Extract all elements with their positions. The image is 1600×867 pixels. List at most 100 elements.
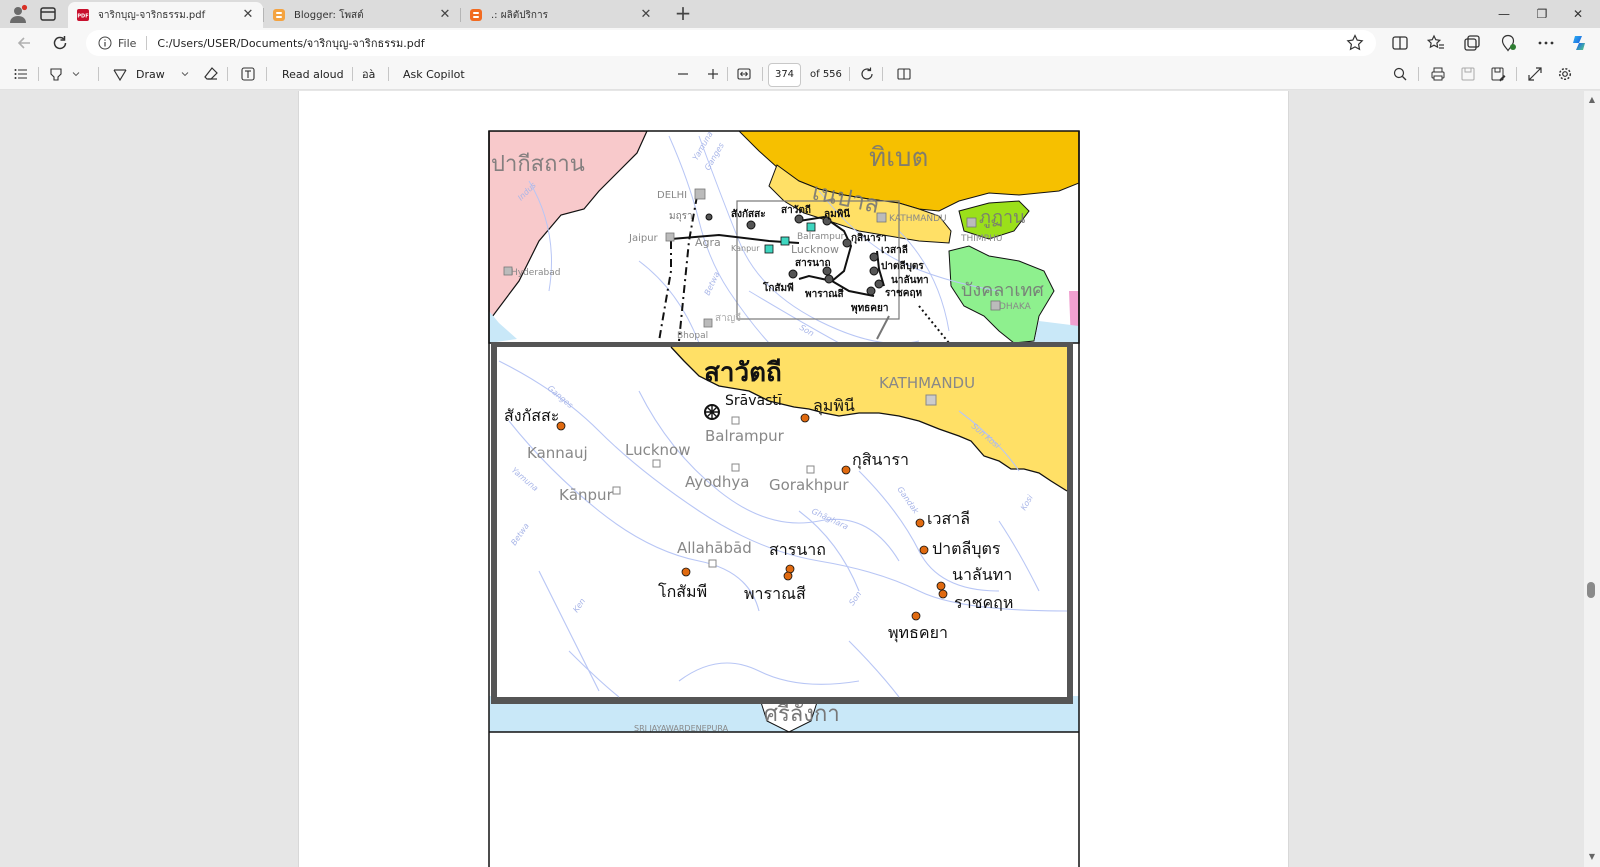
tab-blogger-posts[interactable]: Blogger: โพสต์ ✕ xyxy=(264,2,460,28)
site-label: ลุมพินี xyxy=(813,396,855,416)
tab-title: จาริกบุญ-จาริกธรรม.pdf xyxy=(98,9,206,21)
translate-button[interactable]: อà xyxy=(362,65,375,83)
country-label: ปากีสถาน xyxy=(491,152,585,177)
more-options-icon[interactable] xyxy=(1536,33,1556,53)
chevron-down-icon[interactable] xyxy=(179,68,191,80)
split-screen-icon[interactable] xyxy=(1390,33,1410,53)
table-of-contents-icon xyxy=(14,69,27,79)
city-label: Allahābād xyxy=(677,539,752,557)
scroll-up-icon[interactable]: ▲ xyxy=(1587,95,1597,105)
settings-button[interactable] xyxy=(1557,65,1573,83)
ask-copilot-label: Ask Copilot xyxy=(403,67,465,81)
print-icon xyxy=(1431,67,1445,81)
tab-pdf[interactable]: PDF จาริกบุญ-จาริกธรรม.pdf ✕ xyxy=(68,2,263,28)
profile-icon[interactable] xyxy=(8,4,28,24)
site-label: กุสินารา xyxy=(852,450,909,470)
eraser-icon xyxy=(204,67,218,80)
add-text-button[interactable] xyxy=(240,65,256,83)
site-label: เวสาลี xyxy=(927,509,970,528)
search-button[interactable] xyxy=(1392,65,1408,83)
highlighter-icon xyxy=(50,68,62,81)
highlight-button[interactable] xyxy=(48,65,82,83)
blogger-icon xyxy=(273,9,285,21)
draw-button[interactable]: Draw xyxy=(112,65,191,83)
site-label: สารนาถ xyxy=(769,540,826,559)
restore-button[interactable]: ❐ xyxy=(1530,4,1554,24)
city-label: Kānpur xyxy=(559,486,614,504)
back-icon[interactable] xyxy=(14,33,34,53)
site-label: ราชคฤห xyxy=(954,593,1013,612)
rotate-button[interactable] xyxy=(859,65,875,83)
url-scheme: File xyxy=(118,36,137,50)
site-label: กุสินารา xyxy=(851,232,887,244)
collections-icon[interactable] xyxy=(1462,33,1482,53)
close-tab-icon[interactable]: ✕ xyxy=(639,8,653,22)
read-aloud-button[interactable]: Read aloud xyxy=(282,65,344,83)
site-label: ปาตลีบุตร xyxy=(881,260,924,272)
city-label: Gorakhpur xyxy=(769,476,849,494)
minus-icon xyxy=(678,73,688,75)
city-label: Balrampur xyxy=(797,232,845,242)
refresh-icon[interactable] xyxy=(50,33,70,53)
top-map: ปากีสถาน ทิเบต เนปาล ภูฏาน บังคลาเทศ DEL… xyxy=(489,131,1079,343)
city-label: Lucknow xyxy=(791,243,839,256)
country-label: ภูฏาน xyxy=(979,207,1025,228)
tab-actions-icon[interactable] xyxy=(38,4,58,24)
url-bar[interactable]: File C:/Users/USER/Documents/จาริกบุญ-จา… xyxy=(86,30,1376,56)
close-tab-icon[interactable]: ✕ xyxy=(241,8,255,22)
scrollbar-thumb[interactable] xyxy=(1587,582,1595,598)
tab-blogger-services[interactable]: .: ผลิตัปริการ ✕ xyxy=(461,2,661,28)
pdf-icon: PDF xyxy=(77,9,89,21)
ask-copilot-button[interactable]: Ask Copilot xyxy=(403,65,465,83)
chevron-down-icon[interactable] xyxy=(70,68,82,80)
buddhist-sites-map: ปากีสถาน ทิเบต เนปาล ภูฏาน บังคลาเทศ DEL… xyxy=(488,130,1080,867)
save-button[interactable] xyxy=(1460,65,1476,83)
favorite-star-icon[interactable] xyxy=(1345,33,1365,53)
save-icon xyxy=(1461,67,1475,81)
new-tab-button[interactable]: + xyxy=(672,3,694,24)
zoom-in-button[interactable] xyxy=(705,65,721,83)
city-label: Balrampur xyxy=(705,427,785,445)
site-label: นาลันทา xyxy=(891,274,929,286)
site-label: พุทธคยา xyxy=(851,303,888,314)
print-button[interactable] xyxy=(1430,65,1446,83)
site-label: มถุรา xyxy=(669,211,693,222)
close-window-button[interactable]: ✕ xyxy=(1566,4,1590,24)
rotate-icon xyxy=(861,67,873,80)
url-text[interactable]: C:/Users/USER/Documents/จาริกบุญ-จาริกธร… xyxy=(157,34,424,52)
site-label: เวสาลี xyxy=(881,244,908,256)
copilot-icon[interactable] xyxy=(1570,33,1590,53)
country-label: ทิเบต xyxy=(869,143,928,173)
fit-page-button[interactable] xyxy=(736,65,752,83)
info-icon[interactable] xyxy=(98,36,112,50)
tab-title: .: ผลิตัปริการ xyxy=(491,9,548,21)
save-as-icon xyxy=(1491,67,1506,82)
city-label: DELHI xyxy=(657,190,687,201)
zoom-out-button[interactable] xyxy=(675,65,691,83)
fullscreen-button[interactable] xyxy=(1527,65,1543,83)
contents-button[interactable] xyxy=(13,65,29,83)
favorites-icon[interactable] xyxy=(1426,33,1446,53)
site-label: สาญจี xyxy=(715,312,741,324)
browser-essentials-icon[interactable] xyxy=(1498,33,1518,53)
erase-button[interactable] xyxy=(203,65,219,83)
minimize-button[interactable]: — xyxy=(1492,4,1516,24)
site-label: สาวัตถี xyxy=(781,204,811,216)
city-label: KATHMANDU xyxy=(879,374,975,392)
city-label: Kannauj xyxy=(527,444,588,462)
close-tab-icon[interactable]: ✕ xyxy=(438,8,452,22)
save-as-button[interactable] xyxy=(1490,65,1506,83)
vertical-scrollbar[interactable] xyxy=(1584,91,1600,867)
search-icon xyxy=(1393,67,1407,81)
city-label: Ayodhya xyxy=(685,473,749,491)
city-label: Jaipur xyxy=(628,233,659,244)
draw-icon xyxy=(113,69,127,82)
inset-map: สาวัตถี KATHMANDU Srāvastī Balrampur Luc… xyxy=(491,342,1073,704)
sravasti-label: Srāvastī xyxy=(725,393,782,409)
page-view-button[interactable] xyxy=(896,65,912,83)
country-label: ศรีลังกา xyxy=(764,702,840,727)
scroll-down-icon[interactable]: ▼ xyxy=(1587,852,1597,862)
text-box-icon xyxy=(241,67,255,81)
expand-icon xyxy=(1528,67,1542,81)
page-number-input[interactable]: 374 xyxy=(768,63,801,87)
